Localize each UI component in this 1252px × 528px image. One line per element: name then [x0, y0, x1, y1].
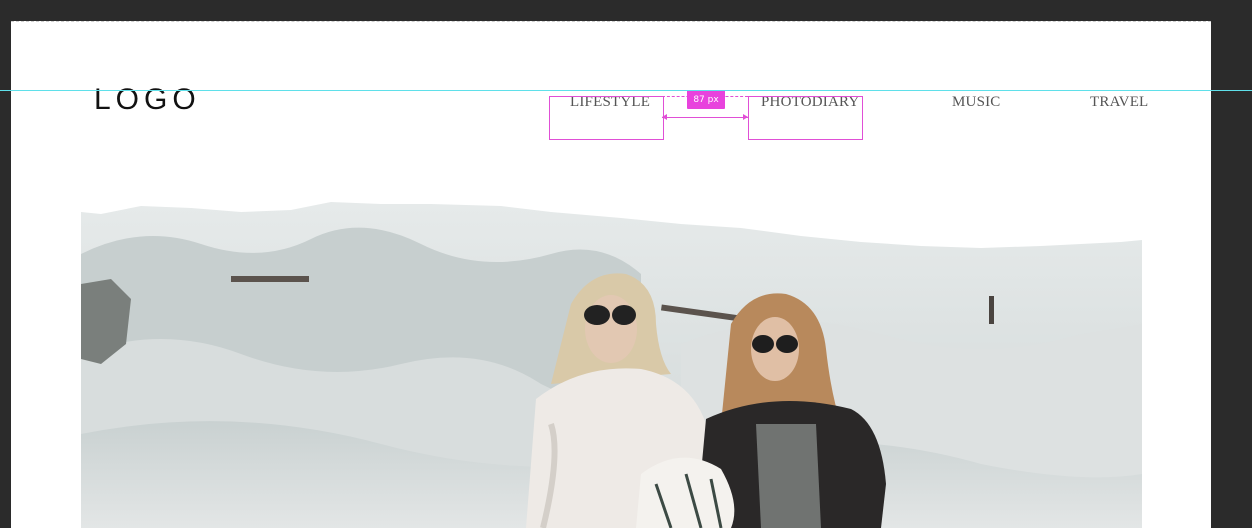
nav-item-music[interactable]: MUSIC: [952, 94, 1001, 111]
horizontal-guide-line[interactable]: [0, 90, 1252, 91]
site-logo[interactable]: LOGO: [94, 83, 201, 117]
selection-box-photodiary[interactable]: [748, 96, 863, 140]
hero-image[interactable]: [81, 184, 1142, 528]
selection-box-lifestyle[interactable]: [549, 96, 664, 140]
page-artboard: LOGO LIFESTYLE PHOTODIARY MUSIC TRAVEL 8…: [11, 21, 1211, 528]
spacing-badge: 87 px: [687, 90, 725, 109]
hero-photo-icon: [81, 202, 1142, 528]
nav-item-travel[interactable]: TRAVEL: [1090, 94, 1148, 111]
artboard-edge: [11, 21, 1211, 22]
spacing-measure-arrow: [662, 114, 748, 120]
